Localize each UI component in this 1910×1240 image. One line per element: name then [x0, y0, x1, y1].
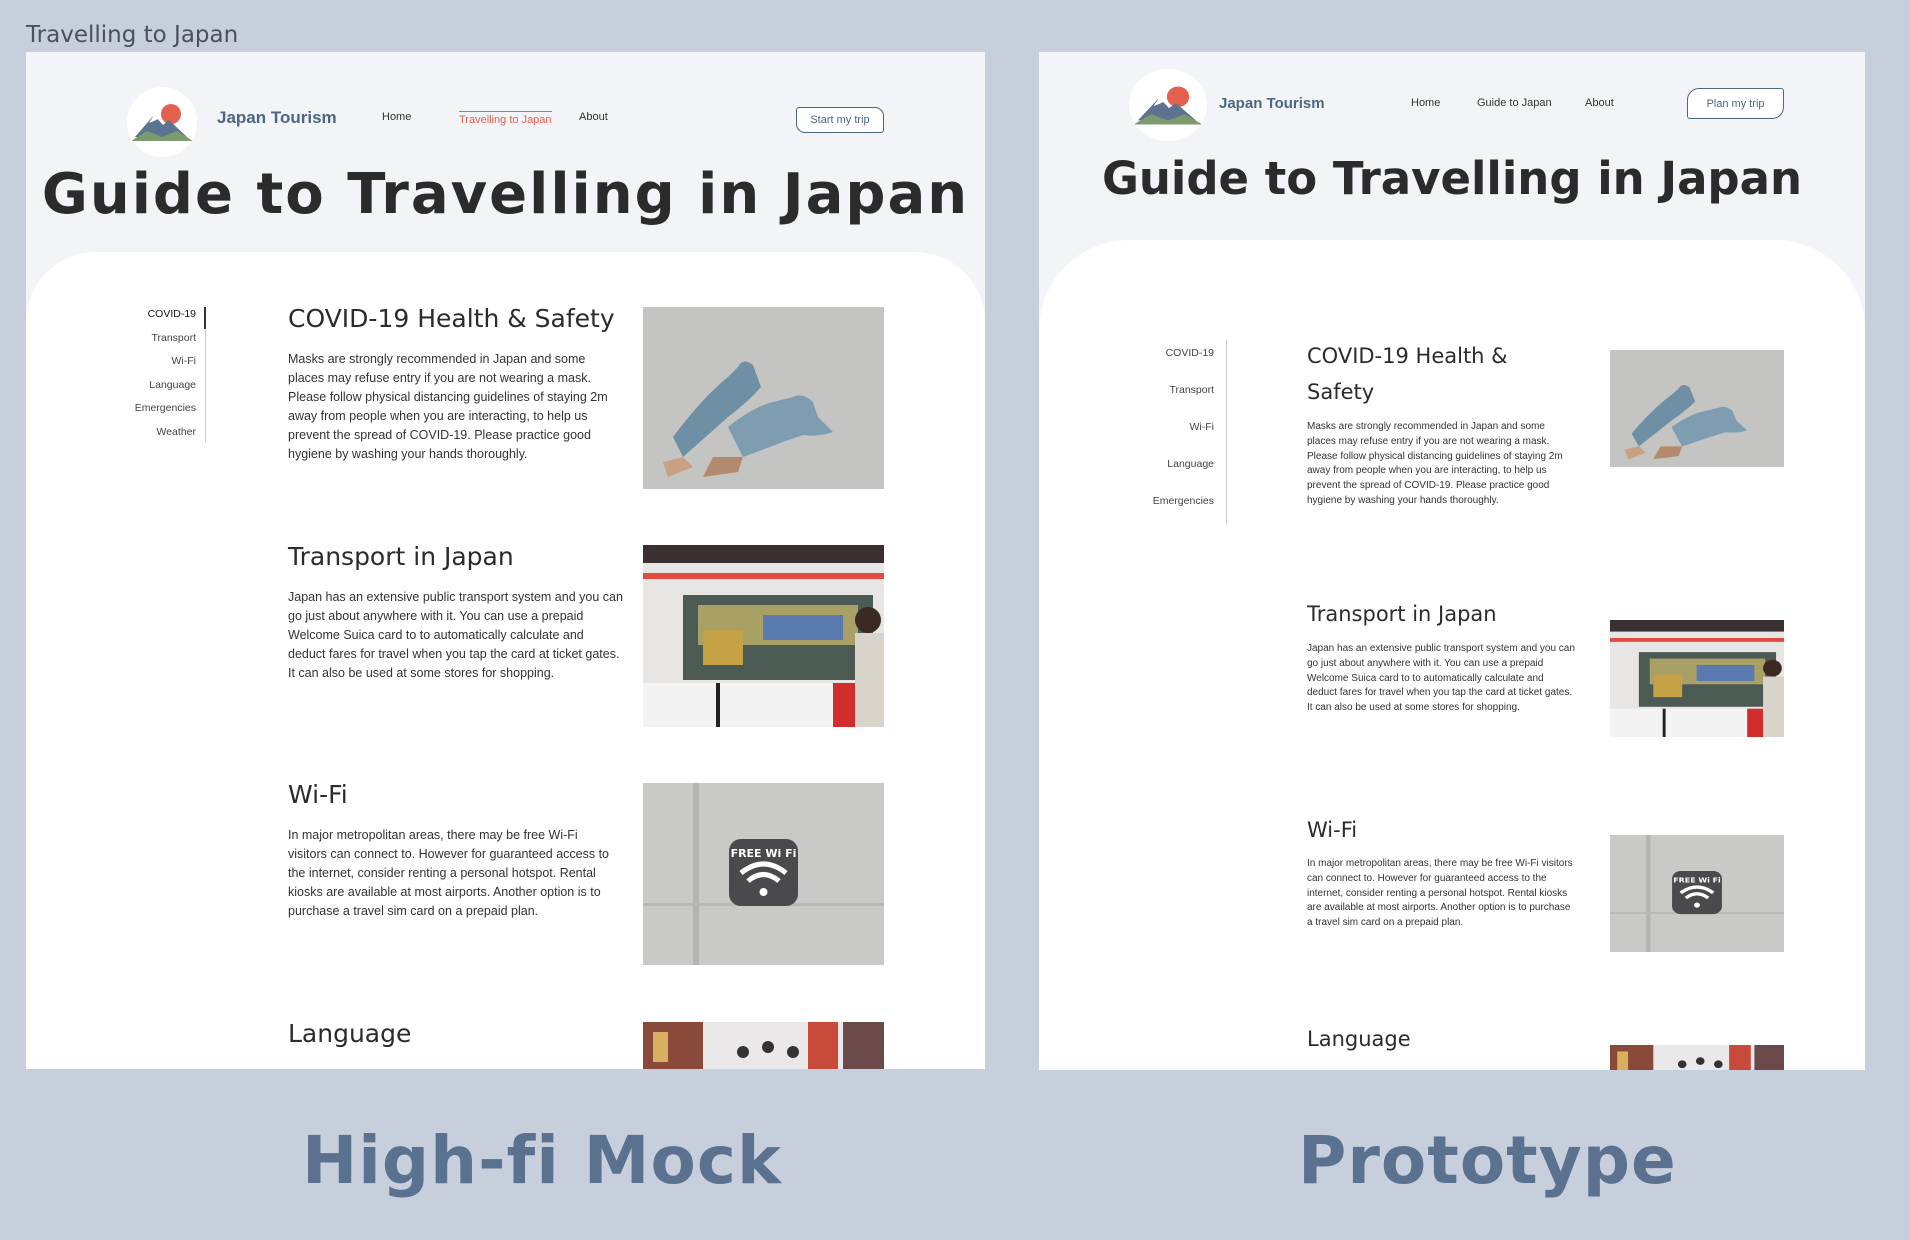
section-title-language: Language — [1307, 1027, 1411, 1051]
train-photo — [1610, 620, 1784, 737]
wifi-sign-photo: FREE Wi Fi — [643, 783, 884, 965]
section-title-covid: COVID-19 Health & Safety — [288, 304, 615, 333]
start-trip-button[interactable]: Start my trip — [796, 107, 884, 133]
wifi-sign-text: FREE Wi Fi — [731, 847, 797, 860]
nav-about[interactable]: About — [1585, 97, 1614, 109]
nav-travelling-to-japan[interactable]: Travelling to Japan — [459, 111, 552, 126]
nav-home[interactable]: Home — [382, 111, 411, 123]
section-sidebar: COVID-19 Transport Wi-Fi Language Emerge… — [96, 302, 197, 438]
section-title-covid: COVID-19 Health & Safety — [1307, 344, 1508, 404]
caption-high-fi-mock: High-fi Mock — [302, 1122, 782, 1199]
nav-guide-to-japan[interactable]: Guide to Japan — [1477, 97, 1552, 109]
content-card: COVID-19 Transport Wi-Fi Language Emerge… — [1039, 240, 1865, 1070]
section-title-transport: Transport in Japan — [288, 542, 514, 571]
sidebar-item-emergencies[interactable]: Emergencies — [1153, 495, 1214, 507]
section-title-wifi: Wi-Fi — [288, 780, 348, 809]
mock-panel: Japan Tourism Home Travelling to Japan A… — [26, 52, 985, 1069]
section-text-transport: Japan has an extensive public transport … — [288, 590, 623, 680]
nav-home[interactable]: Home — [1411, 97, 1440, 109]
street-photo — [643, 1022, 884, 1069]
frame-label: Travelling to Japan — [26, 22, 239, 48]
sidebar-item-wifi[interactable]: Wi-Fi — [1190, 421, 1215, 433]
street-photo — [1610, 1045, 1784, 1070]
section-text-wifi: In major metropolitan areas, there may b… — [288, 828, 609, 918]
sidebar-item-covid[interactable]: COVID-19 — [148, 308, 196, 320]
section-text-covid: Masks are strongly recommended in Japan … — [1307, 421, 1563, 506]
sidebar-item-transport[interactable]: Transport — [151, 332, 196, 344]
wifi-sign-text: FREE Wi Fi — [1673, 876, 1720, 884]
gloves-photo — [643, 307, 884, 489]
wifi-sign-photo: FREE Wi Fi — [1610, 835, 1784, 952]
train-photo — [643, 545, 884, 727]
sidebar-item-covid[interactable]: COVID-19 — [1166, 347, 1214, 359]
sidebar-item-transport[interactable]: Transport — [1169, 384, 1214, 396]
brand-name[interactable]: Japan Tourism — [1219, 95, 1325, 112]
mountain-logo-icon[interactable] — [1129, 69, 1207, 141]
sidebar-item-weather[interactable]: Weather — [157, 426, 197, 438]
section-sidebar: COVID-19 Transport Wi-Fi Language Emerge… — [1099, 340, 1215, 507]
gloves-photo — [1610, 350, 1784, 467]
sidebar-item-language[interactable]: Language — [149, 379, 196, 391]
sidebar-active-marker — [204, 307, 206, 329]
plan-trip-button[interactable]: Plan my trip — [1687, 88, 1784, 119]
sidebar-item-wifi[interactable]: Wi-Fi — [172, 355, 197, 367]
section-text-covid: Masks are strongly recommended in Japan … — [288, 352, 608, 461]
section-title-language: Language — [288, 1019, 412, 1048]
section-title-wifi: Wi-Fi — [1307, 818, 1358, 842]
caption-prototype: Prototype — [1298, 1122, 1677, 1199]
section-text-wifi: In major metropolitan areas, there may b… — [1307, 858, 1573, 929]
nav-about[interactable]: About — [579, 111, 608, 123]
page-title: Guide to Travelling in Japan — [41, 162, 970, 227]
content-card: COVID-19 Transport Wi-Fi Language Emerge… — [26, 252, 985, 1069]
mountain-logo-icon[interactable] — [127, 87, 197, 157]
sidebar-item-emergencies[interactable]: Emergencies — [135, 402, 196, 414]
section-text-transport: Japan has an extensive public transport … — [1307, 643, 1575, 714]
section-title-transport: Transport in Japan — [1307, 602, 1497, 626]
page-title: Guide to Travelling in Japan — [1101, 152, 1803, 205]
brand-name[interactable]: Japan Tourism — [217, 108, 337, 128]
sidebar-divider — [1226, 340, 1227, 525]
prototype-panel: Japan Tourism Home Guide to Japan About … — [1039, 52, 1865, 1070]
sidebar-item-language[interactable]: Language — [1167, 458, 1214, 470]
